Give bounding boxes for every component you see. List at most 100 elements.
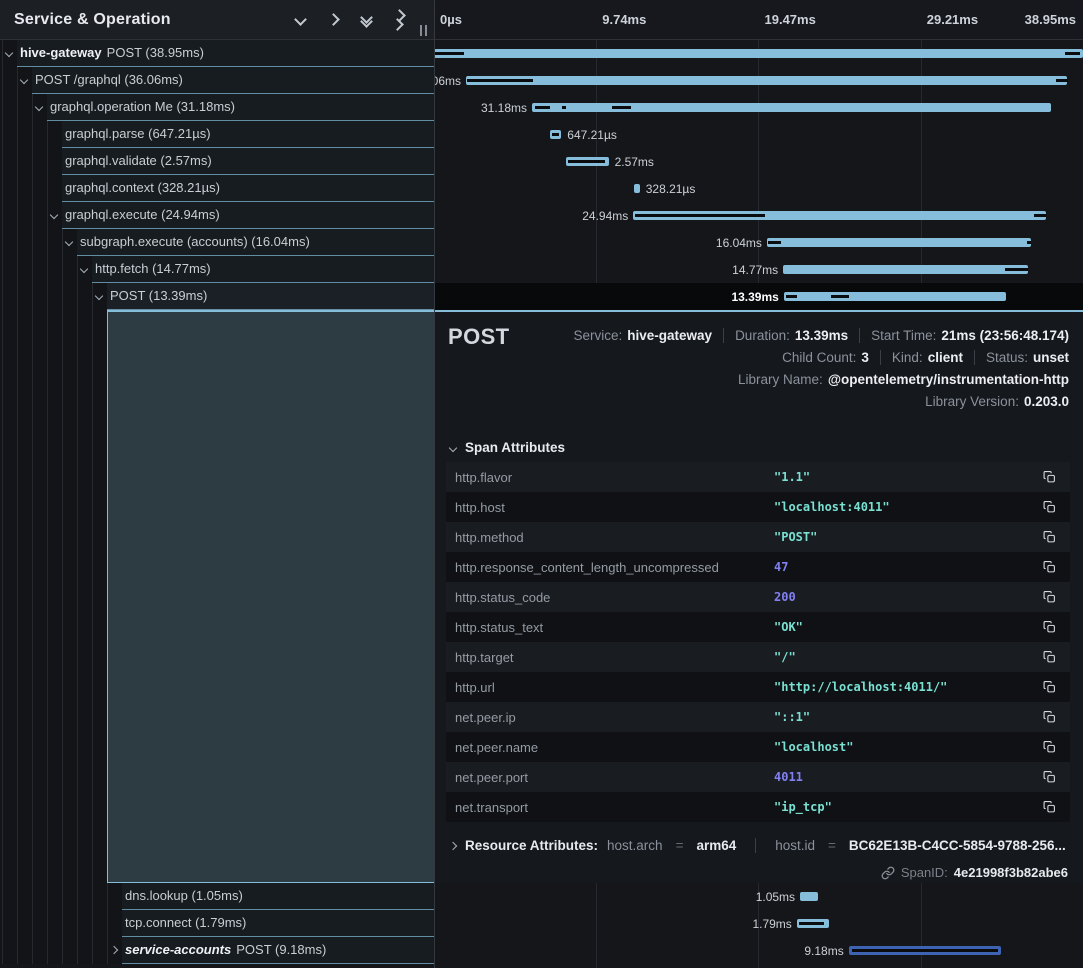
indent-guide [107,910,108,937]
operation-name: POST (9.18ms) [236,942,326,957]
copy-icon[interactable] [1043,470,1057,484]
indent-guide [2,310,3,883]
copy-icon[interactable] [1043,680,1057,694]
span-row[interactable]: graphql.execute (24.94ms) 24.94ms [0,202,1083,229]
span-name-cell[interactable]: graphql.context (328.21µs) [0,175,434,202]
span-bar[interactable] [800,892,818,901]
chevron-down-icon[interactable] [5,49,13,57]
span-timeline-cell[interactable]: 1.05ms [434,883,1083,910]
span-bar[interactable] [783,265,1028,274]
span-bar[interactable] [532,103,1051,112]
attr-row: net.peer.name"localhost" [446,732,1070,762]
span-name-cell[interactable]: graphql.execute (24.94ms) [0,202,434,229]
span-bar[interactable] [767,238,1031,247]
span-attributes-title: Span Attributes [465,440,565,455]
indent-guide [32,94,33,121]
collapse-one-icon[interactable] [296,15,305,24]
span-timeline-cell[interactable]: 2.57ms [434,148,1083,175]
duration-label: 31.18ms [481,101,527,115]
chevron-down-icon[interactable] [20,76,28,84]
span-name-cell[interactable]: subgraph.execute (accounts) (16.04ms) [0,229,434,256]
span-timeline-cell[interactable]: 9.18ms [434,937,1083,964]
attr-row: http.target"/" [446,642,1070,672]
span-bar[interactable] [466,76,1067,85]
span-detail-panel: POST Service:hive-gatewayDuration:13.39m… [434,310,1083,883]
span-row[interactable]: dns.lookup (1.05ms)1.05ms [0,883,1083,910]
span-timeline-cell[interactable]: 36.06ms [434,67,1083,94]
span-row[interactable]: graphql.validate (2.57ms)2.57ms [0,148,1083,175]
span-row[interactable]: graphql.context (328.21µs) 328.21µs [0,175,1083,202]
span-name-cell[interactable]: http.fetch (14.77ms) [0,256,434,283]
column-resize-handle[interactable] [420,25,427,36]
span-attributes-header[interactable]: Span Attributes [450,440,565,455]
span-row[interactable]: graphql.parse (647.21µs)647.21µs [0,121,1083,148]
link-icon[interactable] [881,866,895,880]
operation-name: graphql.operation Me (31.18ms) [50,99,235,114]
duration-label: 24.94ms [582,209,628,223]
span-row[interactable]: subgraph.execute (accounts) (16.04ms)16.… [0,229,1083,256]
span-name-cell[interactable]: tcp.connect (1.79ms) [0,910,434,937]
span-row[interactable]: tcp.connect (1.79ms)1.79ms [0,910,1083,937]
chevron-down-icon[interactable] [50,211,58,219]
collapse-all-icon[interactable] [362,13,371,26]
span-row[interactable]: POST /graphql (36.06ms)36.06ms [0,67,1083,94]
indent-guide [77,310,78,883]
span-row[interactable]: POST (13.39ms)13.39ms [0,283,1083,310]
copy-icon[interactable] [1043,500,1057,514]
span-name-cell[interactable]: service-accountsPOST (9.18ms) [0,937,434,964]
copy-icon[interactable] [1043,800,1057,814]
operation-name: POST (38.95ms) [107,45,204,60]
span-name-cell[interactable]: graphql.validate (2.57ms) [0,148,434,175]
copy-icon[interactable] [1043,770,1057,784]
attr-value: "/" [774,650,796,664]
span-name-cell[interactable]: POST (13.39ms) [0,283,434,310]
copy-icon[interactable] [1043,650,1057,664]
span-timeline-cell[interactable]: 16.04ms [434,229,1083,256]
span-name-cell[interactable]: dns.lookup (1.05ms) [0,883,434,910]
attr-row: http.status_code200 [446,582,1070,612]
chevron-down-icon [449,443,457,451]
overview-line: Library Version:0.203.0 [925,394,1069,409]
span-timeline-cell[interactable]: 31.18ms [434,94,1083,121]
span-row[interactable]: service-accountsPOST (9.18ms)9.18ms [0,937,1083,964]
chevron-down-icon[interactable] [65,238,73,246]
chevron-down-icon[interactable] [80,265,88,273]
copy-icon[interactable] [1043,590,1057,604]
span-name-cell[interactable]: hive-gatewayPOST (38.95ms) [0,40,434,67]
chevron-down-icon[interactable] [35,103,43,111]
chevron-down-icon[interactable] [95,292,103,300]
overview-item: Start Time:21ms (23:56:48.174) [871,328,1069,343]
panel-divider[interactable] [434,0,435,968]
span-bar[interactable] [434,49,1083,58]
indent-guide [32,937,33,964]
timeline-tick: 29.21ms [927,12,978,27]
chevron-right-icon[interactable] [110,946,118,954]
resource-value: arm64 [696,838,736,853]
copy-icon[interactable] [1043,530,1057,544]
span-timeline-cell[interactable]: 1.79ms [434,910,1083,937]
span-row[interactable]: graphql.operation Me (31.18ms) 31.18ms [0,94,1083,121]
span-row[interactable]: http.fetch (14.77ms)14.77ms [0,256,1083,283]
span-timeline-cell[interactable]: 328.21µs [434,175,1083,202]
copy-icon[interactable] [1043,560,1057,574]
overview-label: Start Time: [871,328,936,343]
span-name-cell[interactable]: graphql.parse (647.21µs) [0,121,434,148]
span-timeline-cell[interactable]: 13.39ms [434,283,1083,310]
span-row[interactable]: hive-gatewayPOST (38.95ms)38.95ms [0,40,1083,67]
timeline-tick: 38.95ms [1025,12,1076,27]
span-name-cell[interactable]: graphql.operation Me (31.18ms) [0,94,434,121]
copy-icon[interactable] [1043,620,1057,634]
span-timeline-cell[interactable]: 647.21µs [434,121,1083,148]
expand-all-icon[interactable] [395,11,404,29]
span-bar[interactable] [784,292,1006,301]
copy-icon[interactable] [1043,740,1057,754]
copy-icon[interactable] [1043,710,1057,724]
resource-attributes-row[interactable]: Resource Attributes: host.arch=arm64host… [450,838,1066,853]
span-timeline-cell[interactable]: 38.95ms [434,40,1083,67]
span-name-cell[interactable]: POST /graphql (36.06ms) [0,67,434,94]
span-bar[interactable] [634,184,640,193]
span-timeline-cell[interactable]: 14.77ms [434,256,1083,283]
operation-name: graphql.context (328.21µs) [65,180,220,195]
span-timeline-cell[interactable]: 24.94ms [434,202,1083,229]
expand-one-icon[interactable] [329,15,338,24]
